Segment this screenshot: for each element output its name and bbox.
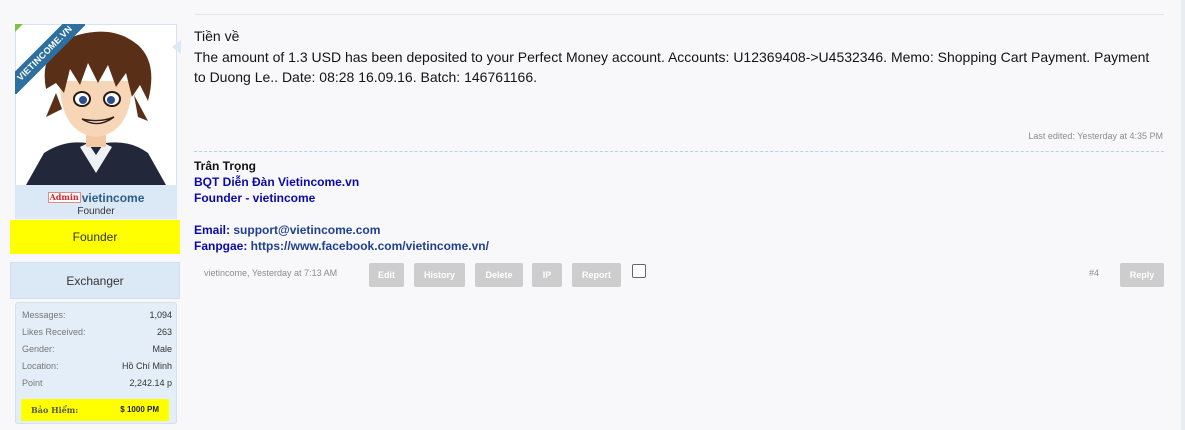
report-button[interactable]: Report bbox=[572, 263, 621, 287]
stat-value[interactable]: Hồ Chí Minh bbox=[122, 358, 172, 375]
username-link[interactable]: vietincome bbox=[82, 191, 145, 205]
stat-value: 2,242.14 p bbox=[129, 378, 172, 388]
stat-gender: Gender: Male bbox=[22, 341, 172, 358]
delete-button[interactable]: Delete bbox=[475, 263, 523, 287]
stat-label: Point bbox=[22, 378, 43, 388]
signature-spacer bbox=[194, 206, 489, 222]
stat-location: Location: Hồ Chí Minh bbox=[22, 358, 172, 375]
insurance-label: Bảo Hiểm: bbox=[31, 405, 79, 415]
email-label: Email: bbox=[194, 223, 234, 237]
message-arrow bbox=[172, 40, 181, 54]
signature: Trân Trọng BQT Diễn Đàn Vietincome.vn Fo… bbox=[194, 158, 489, 254]
user-name-block: Admin vietincome Founder bbox=[15, 185, 177, 219]
user-extra-stats: Messages: 1,094 Likes Received: 263 Gend… bbox=[15, 302, 177, 424]
fanpage-link[interactable]: https://www.facebook.com/vietincome.vn/ bbox=[251, 239, 489, 253]
signature-fanpage-line: Fanpgae: https://www.facebook.com/vietin… bbox=[194, 238, 489, 254]
ribbon-text: VIETINCOME.VN bbox=[15, 24, 85, 94]
signature-line-founder: Founder - vietincome bbox=[194, 191, 316, 205]
page-scrollbar[interactable] bbox=[1181, 0, 1185, 430]
stat-label: Gender: bbox=[22, 344, 55, 354]
history-button[interactable]: History bbox=[414, 263, 465, 287]
stat-value: 263 bbox=[156, 327, 172, 337]
stat-label: Messages: bbox=[22, 310, 66, 320]
stat-value: Male bbox=[152, 344, 172, 354]
select-post-checkbox[interactable] bbox=[632, 264, 646, 278]
signature-email-line: Email: support@vietincome.com bbox=[194, 222, 489, 238]
avatar-ribbon: VIETINCOME.VN bbox=[15, 24, 85, 94]
last-edited: Last edited: Yesterday at 4:35 PM bbox=[1028, 131, 1163, 141]
message-title: Tiền về bbox=[194, 28, 240, 44]
ribbon-corner bbox=[15, 24, 23, 32]
username-line: Admin vietincome bbox=[15, 191, 177, 205]
user-banner-founder: Founder bbox=[10, 220, 180, 254]
stat-point: Point 2,242.14 p bbox=[22, 375, 172, 392]
admin-badge: Admin bbox=[47, 192, 81, 203]
user-title: Founder bbox=[77, 206, 115, 217]
stat-likes: Likes Received: 263 bbox=[22, 324, 172, 341]
signature-line-forum: BQT Diễn Đàn Vietincome.vn bbox=[194, 175, 360, 189]
signature-divider bbox=[194, 151, 1164, 152]
post-byline[interactable]: vietincome, Yesterday at 7:13 AM bbox=[204, 268, 337, 278]
insurance-badge: Bảo Hiểm: $ 1000 PM bbox=[21, 399, 169, 421]
stat-label: Likes Received: bbox=[22, 327, 86, 337]
user-banner-exchanger: Exchanger bbox=[10, 262, 180, 299]
top-divider bbox=[194, 14, 1164, 15]
message-body: The amount of 1.3 USD has been deposited… bbox=[194, 49, 1150, 85]
reply-button[interactable]: Reply bbox=[1120, 263, 1164, 287]
stat-label: Location: bbox=[22, 361, 59, 371]
edit-button[interactable]: Edit bbox=[369, 263, 404, 287]
post-number-link[interactable]: #4 bbox=[1089, 268, 1099, 278]
stat-messages: Messages: 1,094 bbox=[22, 307, 172, 324]
stat-value[interactable]: 1,094 bbox=[149, 307, 172, 324]
ip-button[interactable]: IP bbox=[532, 263, 562, 287]
insurance-value: $ 1000 PM bbox=[120, 405, 159, 414]
fanpage-label: Fanpgae: bbox=[194, 239, 251, 253]
signature-name: Trân Trọng bbox=[194, 159, 257, 173]
email-link[interactable]: support@vietincome.com bbox=[233, 223, 380, 237]
